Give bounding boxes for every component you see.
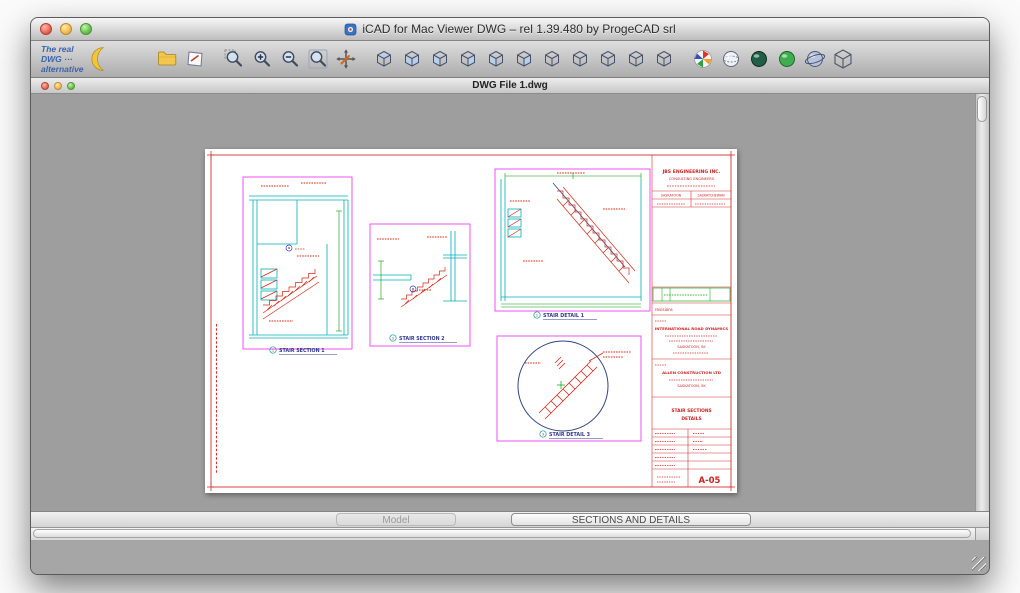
revision-row — [652, 287, 731, 302]
app-icon — [344, 23, 357, 36]
traffic-lights — [40, 23, 92, 35]
toolbar-icons — [153, 46, 857, 73]
sw-isometric-view-icon[interactable] — [539, 46, 566, 73]
minimize-button[interactable] — [60, 23, 72, 35]
document-zoom-button[interactable] — [67, 82, 75, 90]
company-region: SASKATCHEWAN — [697, 194, 725, 198]
orbit-icon[interactable] — [801, 46, 828, 73]
render-icon[interactable] — [689, 46, 716, 73]
close-button[interactable] — [40, 23, 52, 35]
logo-line2: DWG ··· — [41, 53, 73, 64]
company-subtitle: CONSULTING ENGINEERS — [669, 177, 715, 181]
logo-line1: The real — [41, 43, 74, 54]
sheet-number: A-05 — [699, 476, 721, 486]
moon-logo-icon — [87, 46, 113, 72]
document-close-button[interactable] — [41, 82, 49, 90]
caption-label: STAIR DETAIL 1 — [543, 313, 584, 319]
desktop: iCAD for Mac Viewer DWG – rel 1.39.480 b… — [0, 0, 1020, 593]
hidden-line-icon[interactable] — [745, 46, 772, 73]
logo-line3: alternative — [41, 64, 84, 75]
zoom-button[interactable] — [80, 23, 92, 35]
drawing-sheet: 1 STAIR SECTION 1 2 STAIR SECTION 2 1 ST… — [205, 149, 737, 493]
plot-icon[interactable] — [182, 46, 209, 73]
window-title: iCAD for Mac Viewer DWG – rel 1.39.480 b… — [362, 22, 676, 36]
3d-box-icon[interactable] — [829, 46, 856, 73]
company-name: JBS ENGINEERING INC. — [662, 169, 721, 175]
caption-label: STAIR SECTION 1 — [279, 348, 325, 354]
document-traffic-lights — [41, 82, 75, 90]
title-block: JBS ENGINEERING INC. CONSULTING ENGINEER… — [651, 155, 731, 487]
horizontal-scrollbar-thumb[interactable] — [33, 529, 971, 538]
document-titlebar[interactable]: DWG File 1.dwg — [31, 78, 989, 94]
document-title: DWG File 1.dwg — [472, 80, 548, 91]
top-view-icon[interactable] — [371, 46, 398, 73]
company-city: SASKATOON — [661, 194, 682, 198]
window-title-area: iCAD for Mac Viewer DWG – rel 1.39.480 b… — [344, 22, 676, 36]
zoom-in-icon[interactable] — [248, 46, 275, 73]
project-name: INTERNATIONAL ROAD DYNAMICS — [655, 326, 729, 331]
caption-stair-section-1: 1 STAIR SECTION 1 — [269, 346, 337, 355]
zoom-window-icon[interactable] — [220, 46, 247, 73]
progecad-logo: The real DWG ··· alternative — [37, 44, 153, 75]
layout-tab-bar: Model SECTIONS AND DETAILS — [31, 511, 989, 527]
caption-number: 1 — [272, 348, 275, 353]
open-folder-icon[interactable] — [154, 46, 181, 73]
project-city: SASKATOON, SK — [677, 345, 706, 349]
se-isometric-view-icon[interactable] — [567, 46, 594, 73]
client-name: ALLEN CONSTRUCTION LTD — [662, 370, 722, 375]
resize-grip[interactable] — [972, 557, 986, 571]
caption-number: 1 — [536, 313, 539, 318]
client-city: SASKATOON, SK — [677, 384, 706, 388]
caption-stair-detail-1: 1 STAIR DETAIL 1 — [533, 311, 597, 320]
front-view-icon[interactable] — [483, 46, 510, 73]
cad-sheet-svg: 1 STAIR SECTION 1 2 STAIR SECTION 2 1 ST… — [207, 151, 735, 491]
logo-text: The real DWG ··· alternative — [41, 44, 84, 75]
window-titlebar[interactable]: iCAD for Mac Viewer DWG – rel 1.39.480 b… — [31, 18, 989, 41]
named-views-icon[interactable] — [651, 46, 678, 73]
pan-icon[interactable] — [332, 46, 359, 73]
sheet-title-line1: STAIR SECTIONS — [671, 408, 711, 414]
drawing-canvas[interactable]: 1 STAIR SECTION 1 2 STAIR SECTION 2 1 ST… — [31, 94, 989, 511]
vertical-scrollbar-thumb[interactable] — [977, 96, 987, 122]
revisions-label: revisions — [655, 307, 673, 312]
nw-isometric-view-icon[interactable] — [623, 46, 650, 73]
wireframe-icon[interactable] — [717, 46, 744, 73]
stair-section-2-view — [369, 223, 471, 347]
app-window: iCAD for Mac Viewer DWG – rel 1.39.480 b… — [30, 17, 990, 575]
caption-label: STAIR DETAIL 3 — [549, 432, 590, 438]
tab-model[interactable]: Model — [336, 513, 456, 526]
caption-number: 2 — [392, 336, 395, 341]
caption-label: STAIR SECTION 2 — [399, 336, 445, 342]
toolbar: The real DWG ··· alternative — [31, 41, 989, 78]
horizontal-scrollbar[interactable] — [31, 527, 989, 540]
scrollbar-corner — [975, 528, 989, 540]
caption-stair-section-2: 2 STAIR SECTION 2 — [389, 334, 457, 343]
stair-detail-3-view — [496, 335, 642, 442]
zoom-out-icon[interactable] — [276, 46, 303, 73]
vertical-scrollbar[interactable] — [975, 94, 989, 511]
caption-number: 3 — [542, 432, 545, 437]
bottom-view-icon[interactable] — [399, 46, 426, 73]
window-footer — [31, 540, 989, 574]
back-view-icon[interactable] — [511, 46, 538, 73]
shaded-icon[interactable] — [773, 46, 800, 73]
ne-isometric-view-icon[interactable] — [595, 46, 622, 73]
tab-sections-and-details[interactable]: SECTIONS AND DETAILS — [511, 513, 751, 526]
stair-section-1-view — [242, 176, 353, 350]
document-minimize-button[interactable] — [54, 82, 62, 90]
right-view-icon[interactable] — [455, 46, 482, 73]
caption-stair-detail-3: 3 STAIR DETAIL 3 — [539, 430, 603, 439]
left-view-icon[interactable] — [427, 46, 454, 73]
stair-detail-1-view — [494, 168, 651, 312]
zoom-extents-icon[interactable] — [304, 46, 331, 73]
sheet-title-line2: DETAILS — [681, 416, 701, 422]
